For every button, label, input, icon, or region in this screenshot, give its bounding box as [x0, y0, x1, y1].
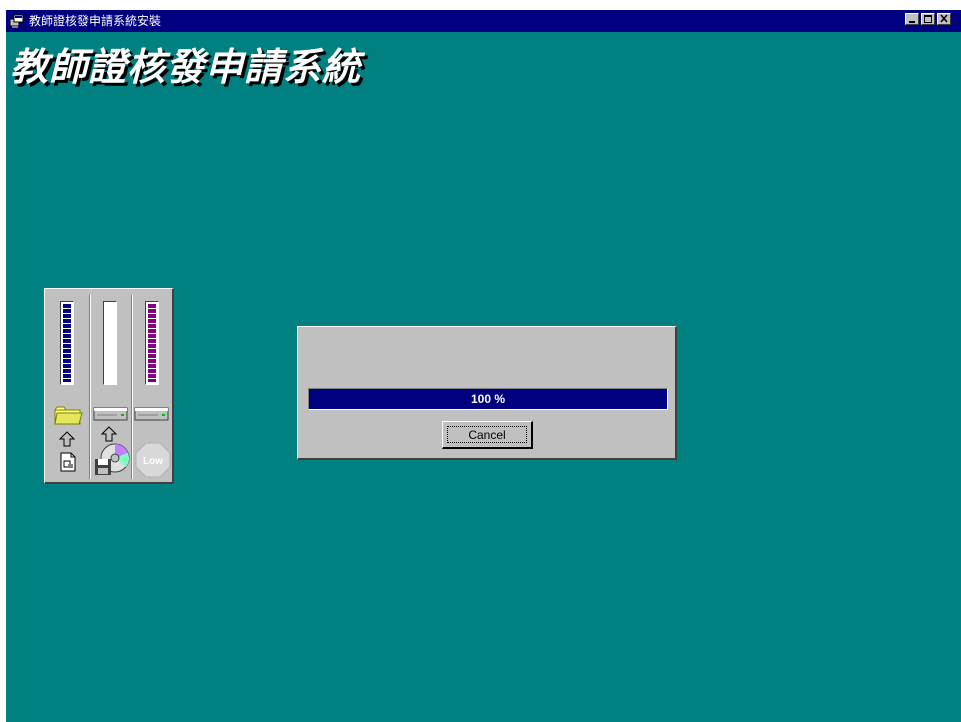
drive-icon: [134, 407, 169, 421]
minimize-icon: [909, 21, 915, 23]
source-meter: [60, 301, 74, 385]
disk-space-meter: [145, 301, 159, 385]
disk-cd-icon: [95, 443, 130, 475]
progress-text: 100 %: [470, 392, 506, 406]
cancel-button-label: Cancel: [447, 426, 527, 443]
close-icon: [940, 14, 948, 23]
banner-title: 教師證核發申請系統: [10, 44, 362, 89]
installer-window: 教師證核發申請系統安裝 教師證核發申請系統 Low 100 % Cancel: [6, 10, 961, 722]
cancel-button[interactable]: Cancel: [442, 421, 533, 449]
maximize-button[interactable]: [921, 13, 935, 25]
drive-icon: [93, 407, 128, 421]
window-title: 教師證核發申請系統安裝: [29, 14, 162, 28]
progress-dialog: 100 % Cancel: [297, 326, 677, 460]
up-arrow-icon: [101, 426, 117, 442]
low-label: Low: [143, 456, 163, 467]
meter-divider: [131, 295, 133, 479]
minimize-button[interactable]: [905, 13, 919, 25]
close-button[interactable]: [937, 13, 951, 25]
title-bar[interactable]: 教師證核發申請系統安裝: [6, 10, 961, 32]
document-icon: [60, 452, 76, 472]
disk-space-meter-fill: [148, 304, 156, 382]
folder-icon: [54, 406, 83, 425]
disk-meter-panel: Low: [44, 288, 174, 484]
source-meter-fill: [63, 304, 71, 382]
up-arrow-icon: [59, 431, 75, 447]
installer-app-icon[interactable]: [9, 13, 25, 29]
destination-meter: [103, 301, 117, 385]
progress-bar: 100 %: [308, 388, 668, 410]
low-stop-sign-icon: Low: [135, 442, 171, 478]
maximize-icon: [924, 15, 932, 23]
meter-divider: [89, 295, 91, 479]
